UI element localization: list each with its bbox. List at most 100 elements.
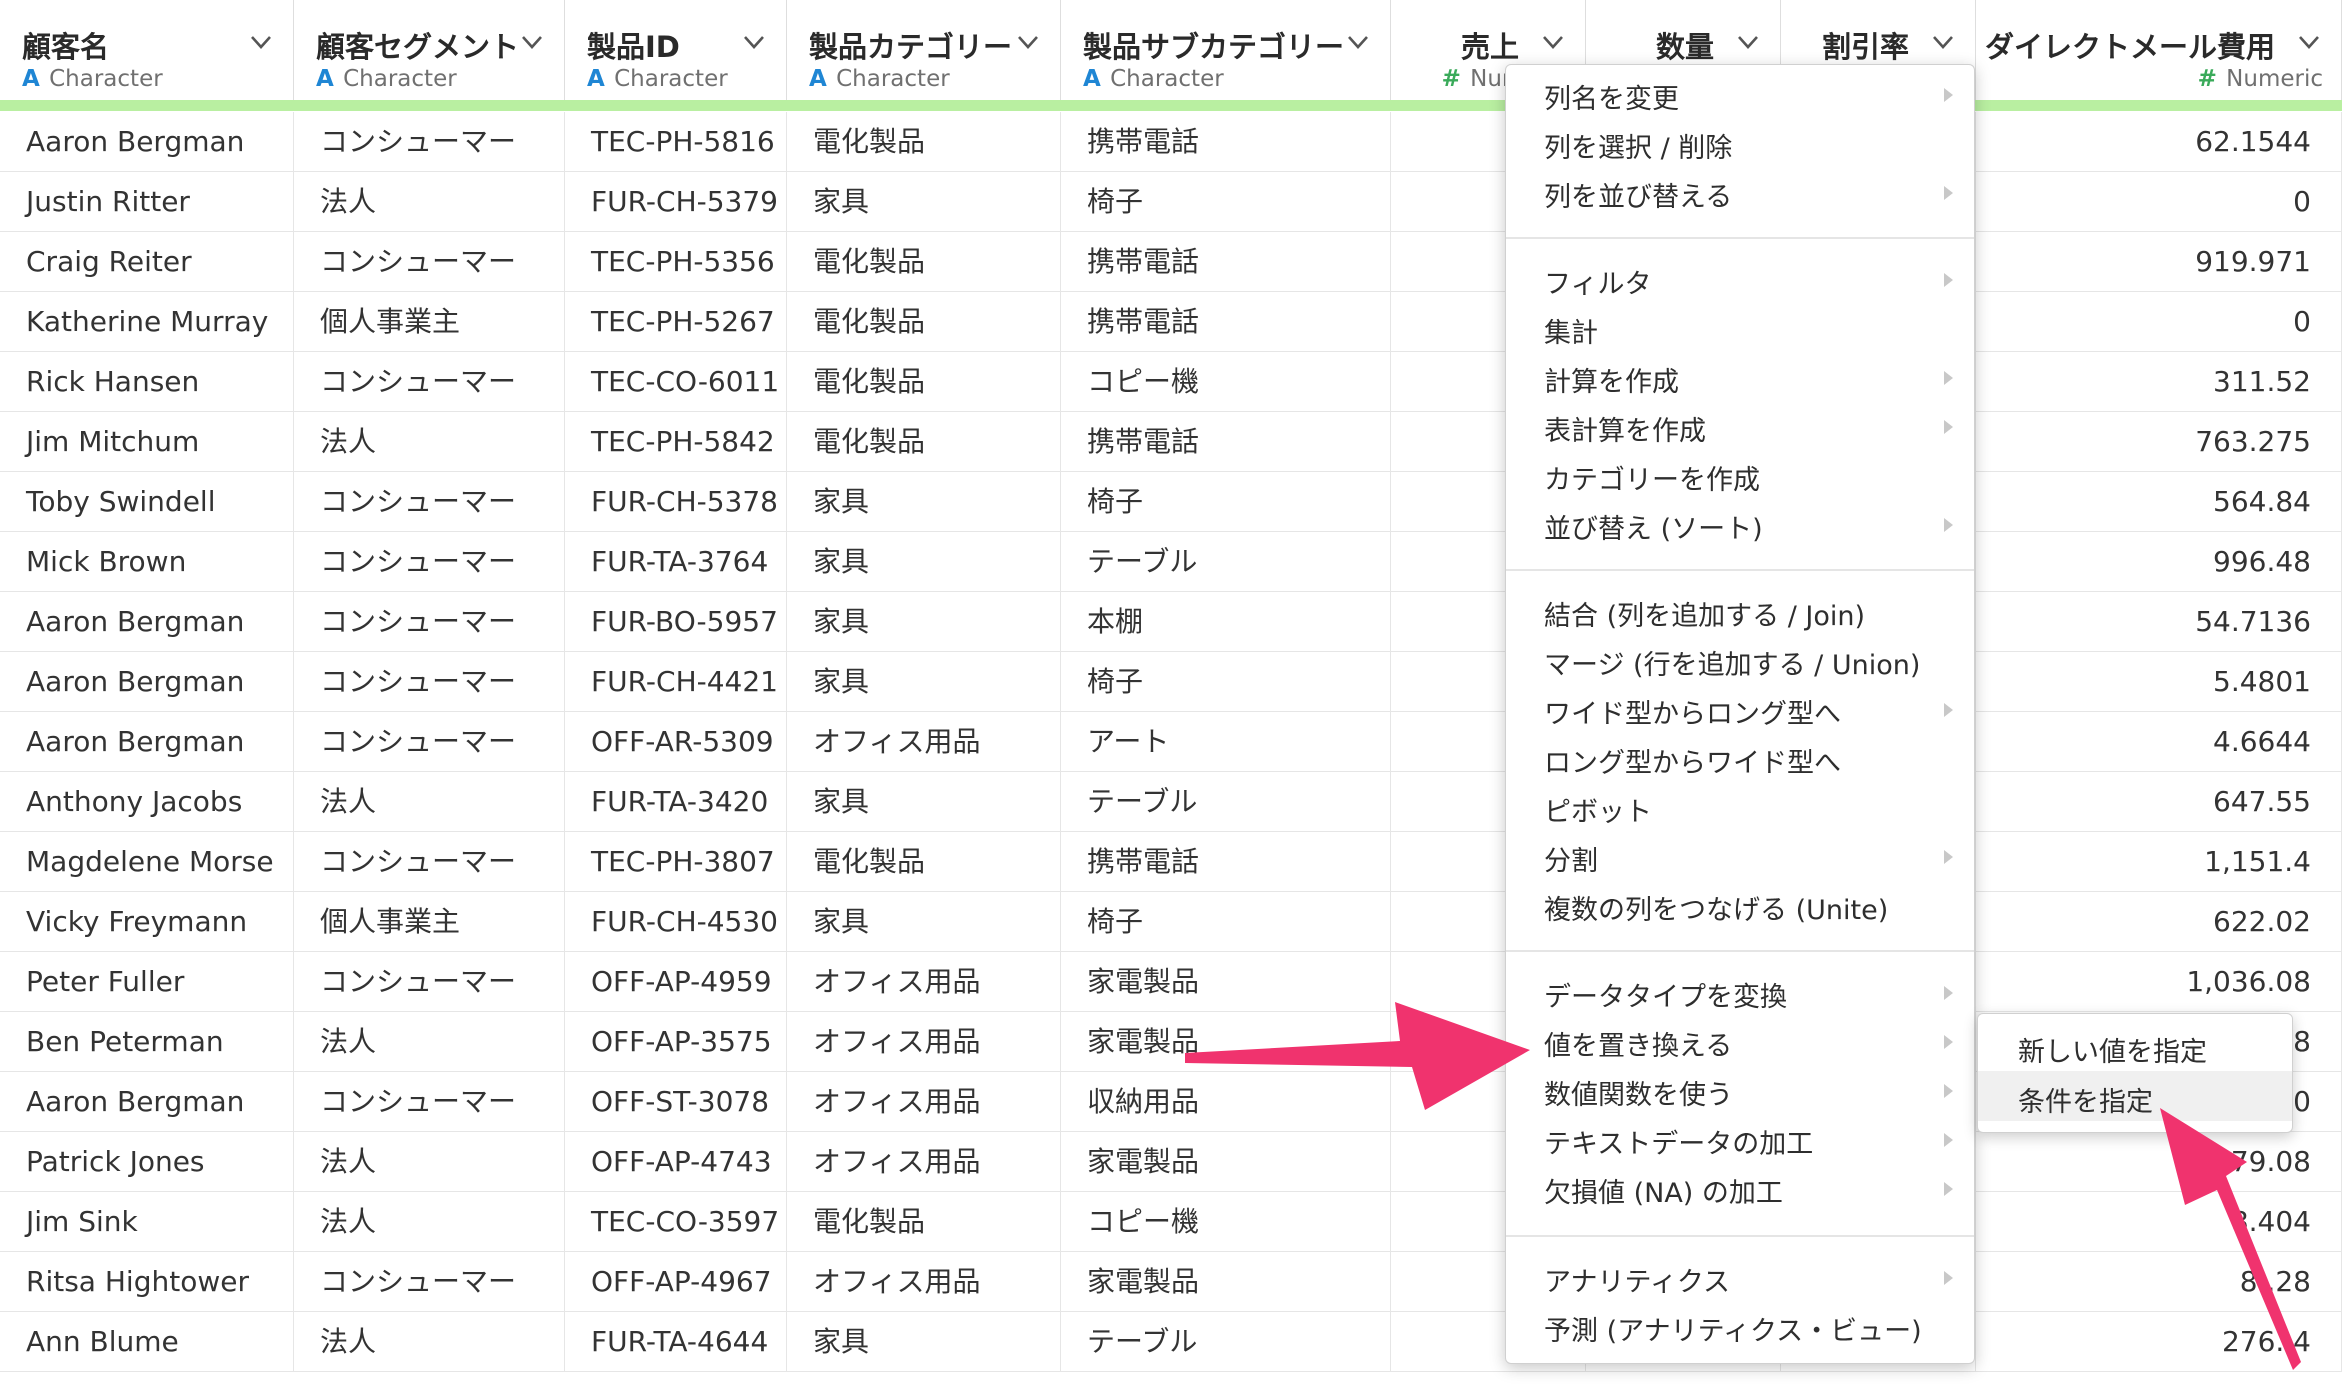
table-cell[interactable]: コンシューマー — [294, 832, 565, 892]
menu-item-16[interactable]: データタイプを変換 — [1506, 969, 1974, 1015]
table-cell[interactable]: 276. 4 — [1976, 1312, 2342, 1372]
table-cell[interactable]: 0 — [1976, 292, 2342, 352]
chevron-down-icon[interactable] — [2295, 30, 2323, 54]
table-cell[interactable]: オフィス用品 — [787, 1132, 1061, 1192]
table-cell[interactable]: FUR-CH-4421 — [565, 652, 787, 712]
table-cell[interactable]: 携帯電話 — [1061, 832, 1391, 892]
chevron-down-icon[interactable] — [740, 30, 768, 54]
table-cell[interactable]: 4.6644 — [1976, 712, 2342, 772]
menu-item-3[interactable]: フィルタ — [1506, 256, 1974, 302]
menu-item-14[interactable]: 分割 — [1506, 833, 1974, 879]
table-row[interactable]: Jim Mitchum法人TEC-PH-5842電化製品携帯電話2,862763… — [0, 412, 2342, 472]
table-cell[interactable]: TEC-PH-5267 — [565, 292, 787, 352]
menu-item-6[interactable]: 表計算を作成 — [1506, 403, 1974, 449]
table-cell[interactable]: Magdelene Morse — [0, 832, 294, 892]
table-cell[interactable]: コピー機 — [1061, 352, 1391, 412]
table-cell[interactable]: コンシューマー — [294, 712, 565, 772]
menu-item-0[interactable]: 列名を変更 — [1506, 71, 1974, 117]
table-cell[interactable]: Patrick Jones — [0, 1132, 294, 1192]
table-row[interactable]: Patrick Jones法人OFF-AP-4743オフィス用品家電製品7,95… — [0, 1132, 2342, 1192]
table-cell[interactable]: 家電製品 — [1061, 1252, 1391, 1312]
table-cell[interactable]: 法人 — [294, 772, 565, 832]
table-cell[interactable]: 個人事業主 — [294, 892, 565, 952]
table-cell[interactable]: 椅子 — [1061, 172, 1391, 232]
table-cell[interactable]: オフィス用品 — [787, 1252, 1061, 1312]
menu-item-17[interactable]: 値を置き換える — [1506, 1018, 1974, 1064]
table-cell[interactable]: Aaron Bergman — [0, 592, 294, 652]
table-cell[interactable]: 家具 — [787, 892, 1061, 952]
table-cell[interactable]: OFF-ST-3078 — [565, 1072, 787, 1132]
chevron-down-icon[interactable] — [518, 30, 546, 54]
table-row[interactable]: Justin Ritter 法人 FUR-CH-5379 家具 椅子 0 — [0, 172, 2342, 232]
chevron-down-icon[interactable] — [1344, 30, 1372, 54]
table-cell[interactable]: オフィス用品 — [787, 1072, 1061, 1132]
table-cell[interactable]: 763.275 — [1976, 412, 2342, 472]
chevron-down-icon[interactable] — [1014, 30, 1042, 54]
table-row[interactable]: Aaron BergmanコンシューマーTEC-PH-5816電化製品携帯電話2… — [0, 112, 2342, 172]
menu-item-2[interactable]: 列を並び替える — [1506, 169, 1974, 215]
table-cell[interactable]: オフィス用品 — [787, 1012, 1061, 1072]
menu-item-11[interactable]: ワイド型からロング型へ — [1506, 686, 1974, 732]
table-row[interactable]: Rick HansenコンシューマーTEC-CO-6011電化製品コピー機2,8… — [0, 352, 2342, 412]
table-cell[interactable]: Craig Reiter — [0, 232, 294, 292]
table-cell[interactable]: アート — [1061, 712, 1391, 772]
table-cell[interactable]: Katherine Murray — [0, 292, 294, 352]
menu-item-1[interactable]: 列を選択 / 削除 — [1506, 120, 1974, 166]
column-header-3[interactable]: 製品カテゴリー A Character — [787, 0, 1061, 100]
table-cell[interactable]: 279.08 — [1976, 1132, 2342, 1192]
menu-item-15[interactable]: 複数の列をつなげる (Unite) — [1506, 882, 1974, 928]
table-cell[interactable]: オフィス用品 — [787, 952, 1061, 1012]
table-cell[interactable]: Peter Fuller — [0, 952, 294, 1012]
table-row[interactable]: Aaron Bergman コンシューマー OFF-AR-5309 オフィス用品 アート… — [0, 712, 2342, 772]
table-row[interactable]: Peter Fuller コンシューマー OFF-AP-4959 オフィス用品 家電製品… — [0, 952, 2342, 1012]
table-cell[interactable]: 家具 — [787, 592, 1061, 652]
table-cell[interactable]: 電化製品 — [787, 112, 1061, 172]
table-cell[interactable]: 携帯電話 — [1061, 412, 1391, 472]
table-cell[interactable]: 携帯電話 — [1061, 292, 1391, 352]
table-cell[interactable]: 法人 — [294, 1132, 565, 1192]
table-cell[interactable]: FUR-CH-4530 — [565, 892, 787, 952]
menu-item-21[interactable]: アナリティクス — [1506, 1254, 1974, 1300]
table-cell[interactable]: Aaron Bergman — [0, 652, 294, 712]
table-cell[interactable]: TEC-PH-3807 — [565, 832, 787, 892]
table-cell[interactable]: TEC-CO-3597 — [565, 1192, 787, 1252]
table-cell[interactable]: 8 .28 — [1976, 1252, 2342, 1312]
table-cell[interactable]: FUR-CH-5379 — [565, 172, 787, 232]
menu-item-9[interactable]: 結合 (列を追加する / Join) — [1506, 588, 1974, 634]
table-cell[interactable]: 本棚 — [1061, 592, 1391, 652]
table-cell[interactable]: 家具 — [787, 1312, 1061, 1372]
table-cell[interactable]: コンシューマー — [294, 472, 565, 532]
table-row[interactable]: Craig ReiterコンシューマーTEC-PH-5356電化製品携帯電話5,… — [0, 232, 2342, 292]
column-header-2[interactable]: 製品ID A Character — [565, 0, 787, 100]
table-cell[interactable]: 携帯電話 — [1061, 112, 1391, 172]
table-cell[interactable]: 8.404 — [1976, 1192, 2342, 1252]
menu-item-22[interactable]: 予測 (アナリティクス・ビュー) — [1506, 1303, 1974, 1349]
submenu-item-new-value[interactable]: 新しい値を指定 — [1978, 1021, 2292, 1071]
table-cell[interactable]: Aaron Bergman — [0, 712, 294, 772]
table-cell[interactable]: 311.52 — [1976, 352, 2342, 412]
table-cell[interactable]: 法人 — [294, 1012, 565, 1072]
table-cell[interactable]: 法人 — [294, 172, 565, 232]
table-cell[interactable]: Vicky Freymann — [0, 892, 294, 952]
table-row[interactable]: Toby Swindell コンシューマー FUR-CH-5378 家具 椅子 564.8… — [0, 472, 2342, 532]
table-cell[interactable]: テーブル — [1061, 772, 1391, 832]
table-cell[interactable]: 919.971 — [1976, 232, 2342, 292]
table-cell[interactable]: TEC-PH-5816 — [565, 112, 787, 172]
table-cell[interactable]: 1,036.08 — [1976, 952, 2342, 1012]
table-cell[interactable]: コンシューマー — [294, 652, 565, 712]
table-cell[interactable]: TEC-PH-5842 — [565, 412, 787, 472]
table-cell[interactable]: コンシューマー — [294, 952, 565, 1012]
table-cell[interactable]: 54.7136 — [1976, 592, 2342, 652]
table-cell[interactable]: 996.48 — [1976, 532, 2342, 592]
table-cell[interactable]: 収納用品 — [1061, 1072, 1391, 1132]
table-cell[interactable]: 椅子 — [1061, 472, 1391, 532]
table-cell[interactable]: オフィス用品 — [787, 712, 1061, 772]
table-cell[interactable]: コンシューマー — [294, 1072, 565, 1132]
table-cell[interactable]: コンシューマー — [294, 532, 565, 592]
table-cell[interactable]: Aaron Bergman — [0, 112, 294, 172]
chevron-down-icon[interactable] — [1929, 30, 1957, 54]
table-row[interactable]: Jim Sink法人TEC-CO-3597電化製品コピー機2,5658.404 — [0, 1192, 2342, 1252]
table-cell[interactable]: OFF-AP-4743 — [565, 1132, 787, 1192]
table-cell[interactable]: テーブル — [1061, 1312, 1391, 1372]
table-cell[interactable]: テーブル — [1061, 532, 1391, 592]
